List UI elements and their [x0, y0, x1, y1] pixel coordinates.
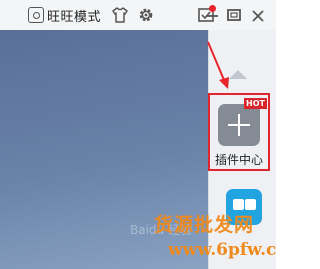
watermark-url: www.6pfw.cn — [168, 240, 276, 260]
watermark-text: 货源批发网 — [154, 214, 255, 236]
app-window: 旺旺模式 HOT 插件中心 Baidu 经验 货源批发网 www.6pfw.c — [0, 0, 276, 269]
